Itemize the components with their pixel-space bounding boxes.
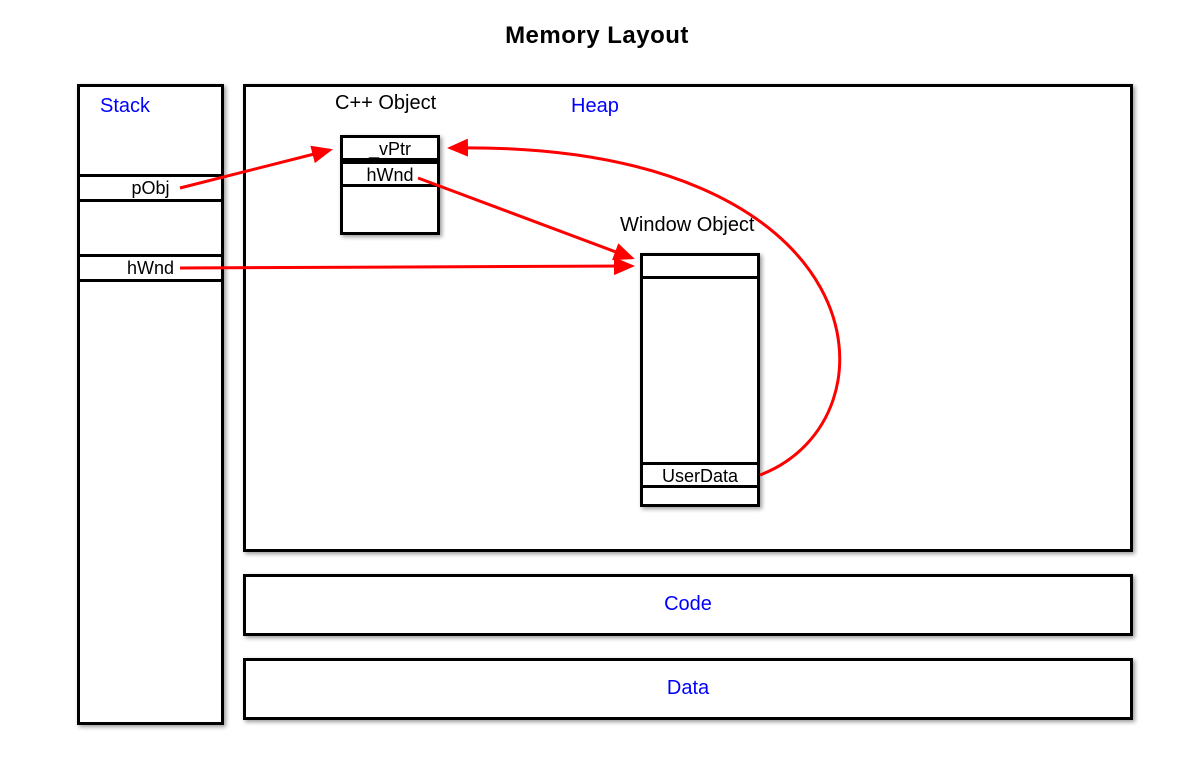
code-segment-label: Code xyxy=(246,593,1130,616)
cpp-field-vptr: _vPtr xyxy=(340,135,440,161)
cpp-field-hwnd: hWnd xyxy=(340,161,440,187)
code-segment-box: Code xyxy=(243,574,1133,636)
window-field-top xyxy=(640,253,760,279)
data-segment-box: Data xyxy=(243,658,1133,720)
stack-field-pobj: pObj xyxy=(77,174,224,202)
window-field-userdata: UserData xyxy=(640,462,760,488)
stack-field-hwnd: hWnd xyxy=(77,254,224,282)
diagram-title: Memory Layout xyxy=(0,22,1194,50)
data-segment-label: Data xyxy=(246,677,1130,700)
stack-segment-label: Stack xyxy=(100,95,150,118)
window-object-label: Window Object xyxy=(620,214,755,237)
heap-segment-label: Heap xyxy=(571,95,619,118)
cpp-object-label: C++ Object xyxy=(335,92,436,115)
